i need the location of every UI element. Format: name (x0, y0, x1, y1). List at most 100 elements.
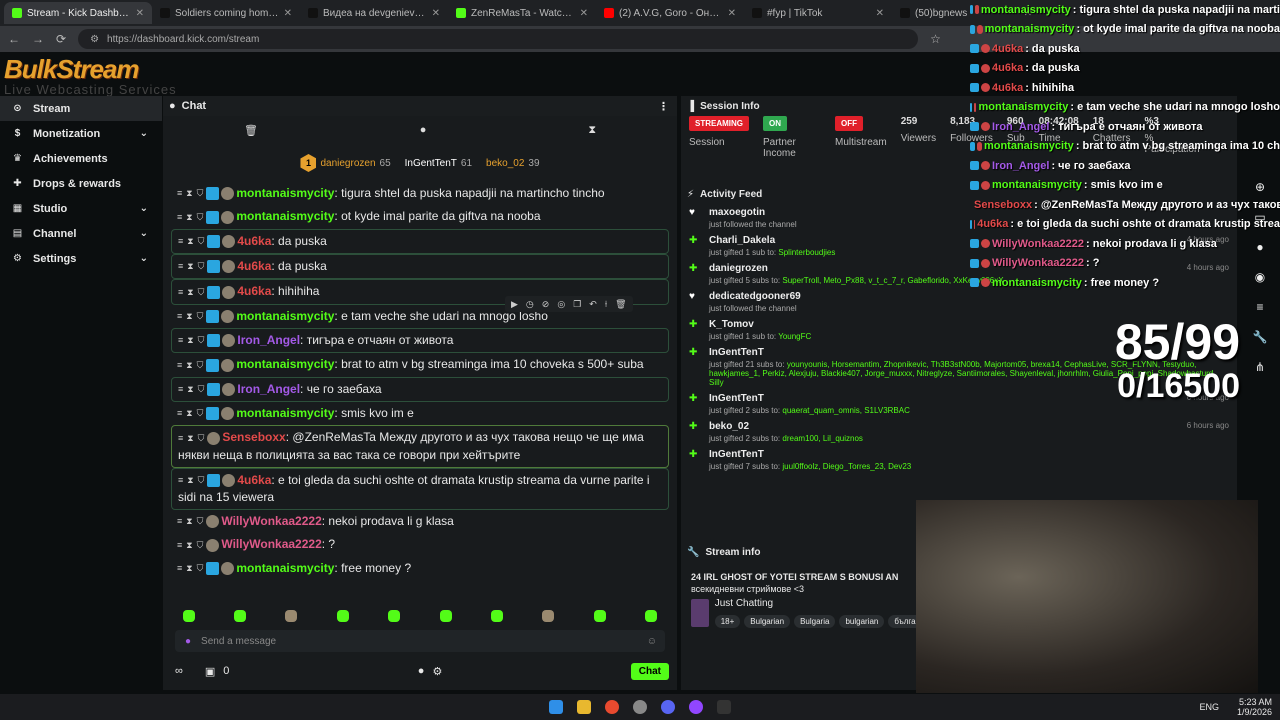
feed-item[interactable]: ✚ beko_02 just gifted 2 subs to: dream100,… (681, 418, 1237, 446)
leaderboard-entry[interactable]: 1 daniegrozen 65 (300, 154, 391, 172)
start-icon[interactable] (549, 700, 563, 714)
emote-icon[interactable] (542, 610, 555, 622)
pin-icon[interactable]: ≡ (178, 332, 183, 349)
emoji-icon[interactable]: ☺ (647, 636, 657, 647)
tab-close-icon[interactable]: ✕ (284, 8, 292, 19)
reply-icon[interactable]: ◎ (557, 299, 565, 310)
shield-icon[interactable]: ⛉ (198, 284, 205, 301)
sidebar-item-drops-rewards[interactable]: ✚ Drops & rewards (0, 171, 162, 196)
discord-icon[interactable] (661, 700, 675, 714)
share-icon[interactable]: ⋔ (1255, 360, 1265, 374)
timeout-icon[interactable]: ⧗ (187, 381, 193, 398)
sidebar-item-studio[interactable]: ▦ Studio ⌄ (0, 196, 162, 221)
pin-icon[interactable]: ≡ (177, 185, 182, 202)
timeout-icon[interactable]: ⧗ (186, 209, 192, 226)
browser-tab[interactable]: #fyp | TikTok ✕ (744, 2, 892, 24)
chat-username[interactable]: Iron_Angel (237, 382, 300, 396)
timeout-icon[interactable]: ⧗ (186, 560, 192, 577)
feed-username[interactable]: InGentTenT (709, 449, 1229, 460)
feed-username[interactable]: beko_02 (709, 421, 1171, 432)
emote-icon[interactable] (439, 610, 452, 622)
language-indicator[interactable]: ENG (1199, 702, 1219, 712)
pin-icon[interactable]: ≡ (177, 405, 182, 422)
shield-icon[interactable]: ⛉ (197, 560, 204, 577)
broadcast-icon[interactable]: ◉ (1255, 270, 1265, 284)
timeout-icon[interactable]: ⧗ (186, 308, 192, 325)
pin-icon[interactable]: ≡ (178, 284, 183, 301)
chat-username[interactable]: Senseboxx (222, 430, 285, 444)
pin-icon[interactable]: ≡ (178, 381, 183, 398)
timeout-icon[interactable]: ⧗ (186, 357, 192, 374)
clock-icon[interactable]: ◷ (526, 299, 534, 310)
emote-icon[interactable] (388, 610, 401, 622)
timeout-icon[interactable]: ⧗ (187, 233, 193, 250)
shield-icon[interactable]: ⛉ (198, 332, 205, 349)
stream-tag[interactable]: Bulgarian (744, 615, 791, 628)
points-icon[interactable]: ▣ (205, 665, 215, 678)
browser-tab[interactable]: Soldiers coming home.family r ✕ (152, 2, 300, 24)
pin-icon[interactable]: ≡ (178, 233, 183, 250)
shield-icon[interactable]: ⛉ (198, 258, 205, 275)
chat-username[interactable]: 4u6ka (237, 259, 271, 273)
timeout-icon[interactable]: ⧗ (186, 185, 192, 202)
chat-users-icon[interactable]: ● (418, 665, 425, 677)
sidebar-item-channel[interactable]: ▤ Channel ⌄ (0, 221, 162, 246)
chat-username[interactable]: 4u6ka (237, 473, 271, 487)
chat-message[interactable]: ≡ ⧗ ⛉ WillyWonkaa2222: ? (171, 533, 669, 556)
emote-icon[interactable] (645, 610, 658, 622)
emote-icon[interactable] (182, 610, 195, 622)
delete-icon[interactable]: 🗑 (615, 299, 626, 310)
chrome-icon[interactable] (605, 700, 619, 714)
obs-icon[interactable] (633, 700, 647, 714)
clock-date[interactable]: 1/9/2026 (1237, 707, 1272, 717)
pin-icon[interactable]: ≡ (177, 209, 182, 226)
chat-username[interactable]: montanaismycity (236, 561, 334, 575)
timeout-icon[interactable]: ⧗ (187, 332, 193, 349)
file-explorer-icon[interactable] (577, 700, 591, 714)
chat-message[interactable]: ≡ ⧗ ⛉ Iron_Angel: тигъра е отчаян от живота (171, 327, 669, 354)
leaderboard-entry[interactable]: beko_02 39 (486, 158, 540, 169)
pin-icon[interactable]: ≡ (178, 472, 183, 489)
shield-icon[interactable]: ⛉ (197, 405, 204, 422)
sidebar-item-stream[interactable]: ⊙ Stream (0, 96, 162, 121)
hourglass-icon[interactable]: ⧗ (588, 124, 596, 137)
pin-icon[interactable]: ≡ (177, 560, 182, 577)
url-field[interactable]: ⚙ https://dashboard.kick.com/stream (78, 29, 919, 49)
shield-icon[interactable]: ⛉ (198, 233, 205, 250)
slash-icon[interactable]: ⊘ (542, 299, 550, 310)
shield-icon[interactable]: ⛉ (197, 308, 204, 325)
chat-username[interactable]: Iron_Angel (237, 333, 300, 347)
chat-icon[interactable]: ● (1256, 240, 1263, 254)
timeout-icon[interactable]: ⧗ (187, 258, 193, 275)
mic-icon[interactable]: ● (185, 636, 191, 647)
chat-message[interactable]: ≡ ⧗ ⛉ montanaismycity: ot kyde imal parite … (171, 205, 669, 228)
sidebar-item-achievements[interactable]: ♛ Achievements (0, 146, 162, 171)
chat-message[interactable]: ≡ ⧗ ⛉ montanaismycity: brat to atm v bg str… (171, 353, 669, 376)
timeout-icon[interactable]: ⧗ (187, 284, 193, 301)
shield-icon[interactable]: ⛉ (198, 381, 205, 398)
chat-message[interactable]: ≡ ⧗ ⛉ Senseboxx: @ZenReMasTa Между другото … (171, 425, 669, 468)
chat-message[interactable]: ≡ ⧗ ⛉ montanaismycity: tigura shtel da pusk… (171, 182, 669, 205)
forward-icon[interactable]: → (32, 32, 44, 46)
tab-close-icon[interactable]: ✕ (580, 8, 588, 19)
chat-message[interactable]: ≡ ⧗ ⛉ 4u6ka: da puska (171, 228, 669, 254)
pin-icon[interactable]: ≡ (177, 308, 182, 325)
tab-close-icon[interactable]: ✕ (876, 8, 884, 19)
chat-mode-icon[interactable]: ● (420, 124, 427, 136)
stream-tag[interactable]: bulgarian (839, 615, 885, 628)
tab-close-icon[interactable]: ✕ (728, 8, 736, 19)
pin-icon[interactable]: ≡ (177, 357, 182, 374)
timeout-icon[interactable]: ⧗ (187, 430, 193, 447)
stream-tag[interactable]: Bulgaria (794, 615, 836, 628)
browser-tab[interactable]: (2) A.V.G, Goro - Она близко (✕ (596, 2, 744, 24)
twitch-icon[interactable] (689, 700, 703, 714)
chat-username[interactable]: montanaismycity (236, 186, 334, 200)
stream-tag[interactable]: 18+ (714, 615, 741, 628)
shield-icon[interactable]: ⛉ (197, 209, 204, 226)
pin-icon[interactable]: ≡ (177, 513, 182, 530)
shield-icon[interactable]: ⛉ (198, 472, 205, 489)
emote-icon[interactable] (234, 610, 247, 622)
chat-message[interactable]: ≡ ⧗ ⛉ montanaismycity: free money ? (171, 557, 669, 580)
reload-icon[interactable]: ⟳ (56, 32, 66, 46)
panel-icon[interactable]: ▭ (1254, 210, 1265, 224)
